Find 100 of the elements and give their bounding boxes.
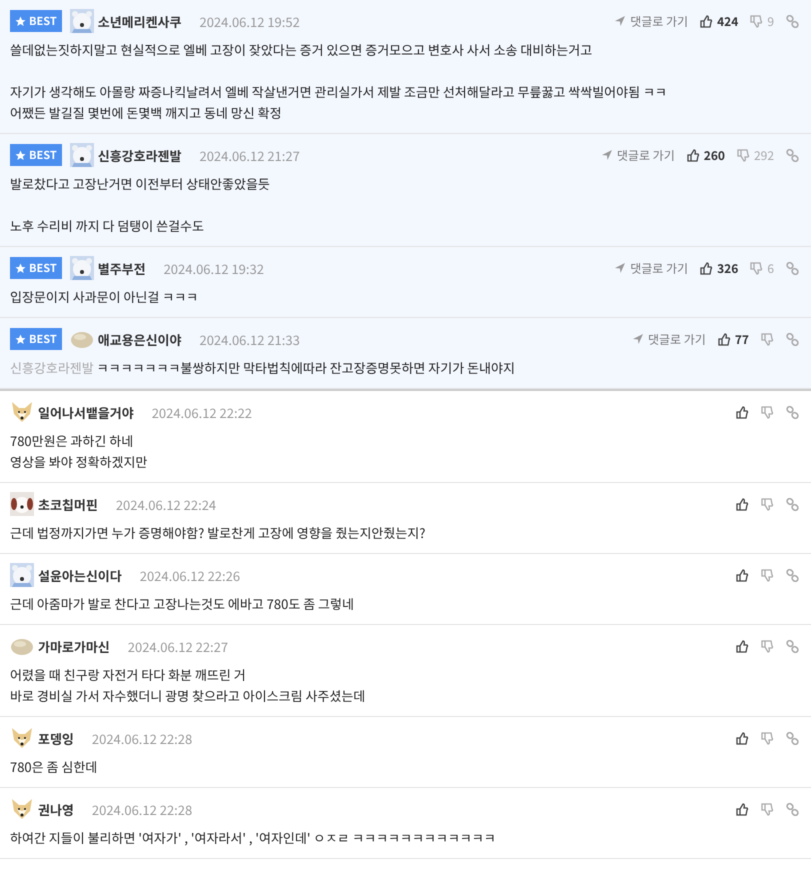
dislike-button[interactable] (761, 568, 774, 582)
thumbs-down-icon (761, 732, 774, 744)
comment-text: 780은 좀 심한데 (10, 756, 98, 777)
like-button[interactable] (736, 568, 749, 582)
like-button[interactable]: 77 (718, 330, 749, 348)
dislike-button[interactable] (761, 406, 774, 418)
author-name[interactable]: 신흥강호라젠발 (98, 146, 182, 164)
link-icon[interactable] (786, 332, 799, 346)
avatar-icon (10, 797, 34, 821)
thumbs-down-icon (761, 640, 774, 652)
thumbs-up-icon (700, 14, 714, 28)
like-button[interactable]: 424 (700, 12, 738, 30)
thumbs-up-icon (736, 498, 749, 510)
avatar-icon (10, 726, 34, 750)
avatar-icon (70, 9, 94, 33)
thumbs-down-icon (750, 14, 764, 28)
star-icon (15, 262, 26, 274)
link-icon[interactable] (786, 568, 799, 582)
comment-text: 어렸을 때 친구랑 자전거 타다 화분 깨뜨린 거 바로 경비실 가서 자수했더니 광명 찾으라고 아이스크림 사주셨는데 (10, 664, 366, 706)
star-icon (15, 16, 26, 26)
send-icon (600, 149, 613, 161)
like-button[interactable] (736, 498, 749, 510)
comment-time: 2024.06.12 22:22 (152, 402, 252, 422)
thumbs-up-icon (736, 802, 749, 816)
comment-text: 입장문이지 사과문이 아닌걸 ㅋㅋㅋ (10, 286, 200, 307)
go-to-reply-link[interactable]: 댓글로 가기 (614, 12, 688, 30)
comment-text: 근데 법정까지가면 누가 증명해야함? 발로찬게 고장에 영향을 줬는지안줬는지? (10, 522, 426, 543)
dislike-button[interactable] (761, 732, 774, 744)
best-badge: BEST (10, 328, 62, 350)
avatar-icon (10, 563, 34, 587)
comment-time: 2024.06.12 19:52 (199, 12, 300, 30)
dislike-button[interactable] (761, 640, 774, 652)
comment-text: 쓸데없는짓하지말고 현실적으로 엘베 고장이 잦았다는 증거 있으면 증거모으고 변호사 사서 소송 대비하는거고 (10, 39, 594, 60)
author-name[interactable]: 포뎅잉 (38, 728, 74, 748)
comment-text: 근데 아줌마가 발로 찬다고 고장나는것도 에바고 780도 좀 그렇네 (10, 593, 355, 614)
like-button[interactable]: 326 (700, 260, 738, 276)
like-button[interactable]: 260 (686, 146, 726, 164)
go-to-reply-link[interactable]: 댓글로 가기 (632, 330, 706, 348)
thumbs-up-icon (736, 732, 749, 744)
author-name[interactable]: 설윤아는신이다 (38, 566, 122, 584)
like-button[interactable] (736, 732, 749, 744)
avatar-icon (70, 256, 94, 280)
like-button[interactable] (736, 802, 749, 816)
author-name[interactable]: 별주부전 (98, 258, 146, 278)
avatar-icon (70, 143, 94, 167)
thumbs-down-icon (737, 148, 750, 162)
thumbs-up-icon (736, 568, 749, 582)
comment-text: 780만원은 과하긴 하네 영상을 봐야 정확하겠지만 (10, 430, 148, 472)
best-badge: BEST (10, 10, 62, 32)
comment-time: 2024.06.12 22:27 (128, 636, 228, 656)
go-to-reply-link[interactable]: 댓글로 가기 (614, 260, 688, 276)
link-icon[interactable] (786, 732, 799, 744)
comment-text: 자기가 생각해도 아몰랑 짜증나킥날려서 엘베 작살낸거면 관리실가서 제발 조금만 선처해달라고 무릎꿇고 싹싹빌어야됨 ㅋㅋ 어쨌든 발길질 몇번에 돈몇백 깨지고 동네 망신 확정 (10, 81, 668, 123)
comment-text: 노후 수리비 까지 다 덤탱이 쓴걸수도 (10, 215, 205, 236)
comment-text: 발로찼다고 고장난거면 이전부터 상태안좋았을듯 (10, 173, 271, 194)
link-icon[interactable] (786, 640, 799, 652)
like-button[interactable] (736, 406, 749, 418)
like-button[interactable] (736, 640, 749, 652)
link-icon[interactable] (786, 14, 799, 28)
comment-time: 2024.06.12 22:26 (140, 566, 240, 584)
author-name[interactable]: 애교용은신이야 (98, 330, 182, 348)
thumbs-down-icon (750, 262, 764, 274)
send-icon (614, 15, 626, 27)
star-icon (15, 150, 26, 160)
dislike-button[interactable] (761, 498, 774, 510)
link-icon[interactable] (786, 406, 799, 418)
thumbs-up-icon (718, 332, 731, 346)
comment-time: 2024.06.12 21:27 (199, 146, 300, 164)
link-icon[interactable] (786, 148, 799, 162)
author-name[interactable]: 소년메리켄사쿠 (98, 12, 182, 30)
link-icon[interactable] (786, 802, 799, 816)
avatar-icon (10, 492, 34, 516)
thumbs-up-icon (700, 262, 714, 274)
thumbs-up-icon (736, 640, 749, 652)
author-name[interactable]: 초코칩머핀 (38, 494, 98, 514)
dislike-button[interactable] (761, 802, 774, 816)
go-to-reply-link[interactable]: 댓글로 가기 (600, 146, 675, 164)
send-icon (614, 262, 626, 274)
comment-time: 2024.06.12 19:32 (164, 258, 264, 278)
author-name[interactable]: 일어나서뱉을거야 (38, 402, 134, 422)
comment-time: 2024.06.12 21:33 (199, 330, 300, 348)
thumbs-up-icon (686, 148, 700, 162)
comment-time: 2024.06.12 22:24 (116, 494, 216, 514)
thumbs-up-icon (736, 406, 749, 418)
link-icon[interactable] (786, 262, 799, 274)
thumbs-down-icon (761, 498, 774, 510)
comment-time: 2024.06.12 22:28 (92, 728, 192, 748)
thumbs-down-icon (761, 802, 774, 816)
comment-text: 하여간 지들이 불리하면 '여자가' , '여자라서' , '여자인데' ㅇㅈㄹ ㅋㅋㅋㅋㅋㅋㅋㅋㅋㅋㅋㅋ (10, 827, 497, 848)
star-icon (15, 334, 26, 344)
link-icon[interactable] (786, 498, 799, 510)
author-name[interactable]: 권나영 (38, 800, 74, 818)
thumbs-down-icon (761, 406, 774, 418)
best-badge: BEST (10, 144, 62, 166)
dislike-button[interactable] (761, 332, 774, 346)
avatar-icon (10, 400, 34, 424)
thumbs-down-icon (761, 332, 774, 346)
comment-time: 2024.06.12 22:28 (92, 800, 192, 818)
best-badge: BEST (10, 257, 62, 279)
author-name[interactable]: 가마로가마신 (38, 636, 110, 656)
